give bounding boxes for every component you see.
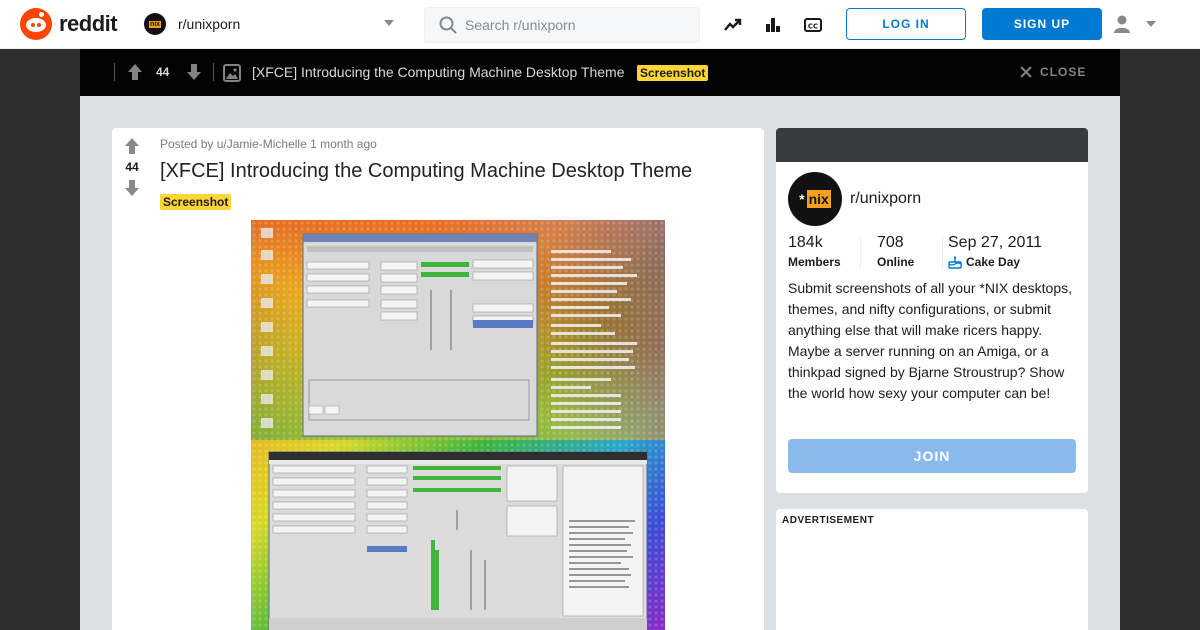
join-button[interactable]: JOIN	[788, 439, 1076, 473]
post-age[interactable]: 1 month ago	[310, 137, 377, 151]
posted-by-prefix: Posted by	[160, 137, 214, 151]
reddit-wordmark: reddit	[59, 11, 118, 36]
close-icon	[1020, 66, 1032, 78]
cake-day-label: Cake Day	[966, 255, 1021, 269]
post-flair[interactable]: Screenshot	[160, 194, 232, 210]
post-author[interactable]: u/Jamie-Michelle	[217, 137, 307, 151]
close-button[interactable]: CLOSE	[1020, 65, 1086, 79]
community-stats: 184k Members 708 Online Sep 27, 2011 Cak…	[788, 234, 1076, 274]
closed-caption-icon[interactable]: CC	[802, 14, 824, 36]
search-bar[interactable]	[424, 7, 700, 43]
user-icon	[1114, 15, 1130, 33]
post-score: 44	[125, 160, 139, 174]
community-selector[interactable]: nix r/unixporn	[144, 10, 402, 38]
search-icon	[439, 16, 457, 34]
created-stat: Sep 27, 2011 Cake Day	[948, 234, 1043, 269]
svg-text:CC: CC	[808, 23, 818, 31]
community-description: Submit screenshots of all your *NIX desk…	[788, 280, 1073, 401]
divider	[213, 63, 214, 81]
community-card-header	[776, 128, 1088, 162]
upvote-icon[interactable]	[126, 63, 144, 81]
downvote-icon[interactable]	[185, 63, 203, 81]
login-button[interactable]: LOG IN	[846, 8, 966, 40]
image-post-icon	[223, 64, 241, 87]
reddit-logo[interactable]: reddit	[20, 8, 118, 40]
community-selector-label: r/unixporn	[178, 16, 241, 32]
chevron-down-icon	[1146, 21, 1156, 27]
downvote-icon[interactable]	[125, 180, 139, 196]
cake-icon	[948, 255, 962, 269]
community-card: * nix r/unixporn 184k Members 708 Online …	[776, 128, 1088, 493]
stats-icon[interactable]	[762, 14, 784, 36]
upvote-icon[interactable]	[125, 138, 139, 154]
reddit-snoo-icon	[20, 8, 52, 40]
post-overlay-bar: 44 [XFCE] Introducing the Computing Mach…	[80, 49, 1120, 96]
post-bar-flair[interactable]: Screenshot	[637, 65, 709, 81]
post-screenshot-image[interactable]	[251, 220, 665, 630]
chevron-down-icon	[384, 20, 394, 26]
post-bar-title: [XFCE] Introducing the Computing Machine…	[252, 64, 625, 80]
online-stat: 708 Online	[877, 234, 915, 269]
advertisement-label: ADVERTISEMENT	[782, 515, 875, 526]
post-title: [XFCE] Introducing the Computing Machine…	[160, 160, 693, 182]
divider	[860, 236, 861, 270]
user-dropdown[interactable]	[1112, 12, 1162, 36]
post-card: 44 Posted by u/Jamie-Michelle 1 month ag…	[112, 128, 764, 630]
post-score: 44	[156, 65, 170, 79]
advertisement-card: ADVERTISEMENT	[776, 509, 1088, 630]
post-meta: Posted by u/Jamie-Michelle 1 month ago	[160, 137, 377, 151]
divider	[942, 236, 943, 270]
top-header: reddit nix r/unixporn CC LOG IN SIGN UP	[0, 0, 1200, 49]
signup-button[interactable]: SIGN UP	[982, 8, 1102, 40]
community-identity[interactable]: * nix r/unixporn	[788, 172, 921, 226]
community-icon: nix	[144, 13, 166, 35]
search-input[interactable]	[465, 17, 685, 33]
community-name[interactable]: r/unixporn	[850, 190, 921, 208]
members-stat: 184k Members	[788, 234, 841, 269]
vote-column: 44	[112, 128, 152, 630]
close-label: CLOSE	[1040, 65, 1087, 79]
divider	[114, 63, 115, 81]
community-avatar: * nix	[788, 172, 842, 226]
trending-icon[interactable]	[722, 14, 744, 36]
